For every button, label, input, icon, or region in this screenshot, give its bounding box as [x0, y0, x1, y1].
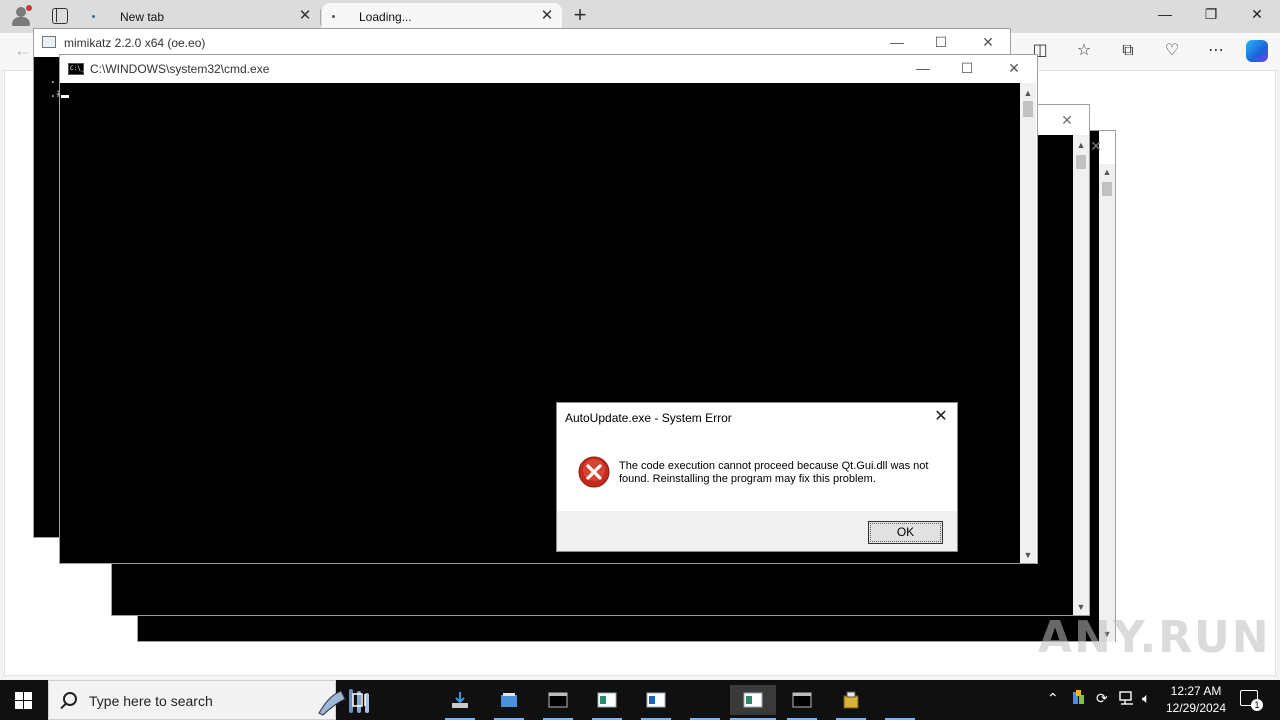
browser-restore-button[interactable]: ❐: [1199, 6, 1223, 26]
app-window-icon: [743, 692, 763, 708]
taskbar-app-window-active[interactable]: [730, 685, 776, 720]
minimize-icon[interactable]: —: [890, 35, 904, 49]
scroll-thumb[interactable]: [1102, 182, 1112, 196]
windows-start-icon[interactable]: [15, 692, 32, 709]
taskbar-clock[interactable]: 12:27 AM 12/29/2024: [1160, 683, 1232, 717]
window-title: mimikatz 2.2.0 x64 (oe.eo): [64, 36, 206, 50]
cmd-icon: [792, 692, 812, 708]
scroll-up-icon[interactable]: ▲: [1020, 85, 1036, 101]
security-tray-icon[interactable]: [1072, 690, 1086, 709]
minimize-icon[interactable]: —: [916, 61, 930, 75]
installer-icon: [843, 691, 859, 709]
volume-icon[interactable]: 🔈︎: [1142, 690, 1150, 707]
taskbar-installer[interactable]: [836, 685, 866, 720]
new-tab-button[interactable]: +: [570, 4, 590, 26]
app-window-icon: [597, 692, 617, 708]
anyrun-watermark-logo: ANY.RUN: [1038, 612, 1271, 663]
copilot-icon[interactable]: [1246, 40, 1268, 62]
scroll-down-icon[interactable]: ▼: [1020, 547, 1036, 563]
task-view-icon: [352, 693, 366, 707]
favorites-icon[interactable]: ☆: [1074, 41, 1094, 61]
clock-date: 12/29/2024: [1165, 701, 1227, 715]
folder-icon: [501, 693, 517, 707]
taskbar-cmd[interactable]: [543, 685, 573, 720]
vertical-scrollbar[interactable]: ▲ ▼: [1073, 135, 1089, 615]
taskbar: Type here to search ⌃ ⟳ 🔈︎ 12:27 AM 12/2…: [0, 680, 1280, 720]
scroll-thumb[interactable]: [1023, 101, 1033, 117]
collections-icon[interactable]: ⧉: [1118, 41, 1138, 61]
title-bar[interactable]: C:\_ C:\WINDOWS\system32\cmd.exe — ☐ ✕: [60, 55, 1037, 83]
dialog-footer: OK: [557, 511, 957, 551]
maximize-icon[interactable]: ☐: [934, 35, 948, 49]
search-placeholder: Type here to search: [89, 693, 213, 709]
taskbar-app-blank[interactable]: [885, 685, 915, 720]
system-error-dialog[interactable]: AutoUpdate.exe - System Error ✕ The code…: [556, 402, 958, 552]
close-icon[interactable]: ✕: [1089, 139, 1103, 153]
taskbar-app-window-3[interactable]: [690, 685, 720, 720]
tab-loading-icon: [332, 15, 335, 18]
browser-close-button[interactable]: ✕: [1245, 6, 1269, 26]
tab-favicon-icon: [92, 15, 95, 18]
taskbar-search-box[interactable]: Type here to search: [48, 680, 369, 720]
close-icon[interactable]: ✕: [933, 409, 949, 425]
app-window-icon: [42, 36, 56, 48]
tab-title: New tab: [120, 10, 165, 24]
back-arrow-icon[interactable]: ←: [14, 40, 32, 61]
search-icon: [63, 692, 77, 706]
dialog-title: AutoUpdate.exe - System Error: [565, 411, 732, 425]
scroll-thumb[interactable]: [1076, 155, 1086, 169]
cmd-icon: [548, 692, 568, 708]
chevron-up-icon[interactable]: ⌃: [1047, 690, 1059, 707]
notification-icon[interactable]: 1: [1240, 690, 1263, 711]
clock-time: 12:27 AM: [1170, 684, 1222, 698]
close-icon[interactable]: ✕: [981, 35, 995, 49]
app-window-icon: [646, 692, 666, 708]
taskbar-downloads[interactable]: [445, 685, 475, 720]
download-icon: [452, 692, 468, 708]
profile-icon[interactable]: [10, 5, 32, 27]
tab-close-icon[interactable]: ✕: [540, 8, 554, 23]
tab-close-icon[interactable]: ✕: [298, 8, 312, 23]
task-view-button[interactable]: [345, 685, 375, 715]
vertical-scrollbar[interactable]: ▲ ▼: [1099, 164, 1115, 642]
cmd-icon: C:\_: [68, 63, 84, 75]
browser-essentials-icon[interactable]: ♡: [1162, 41, 1182, 61]
tab-actions-icon[interactable]: [52, 8, 68, 24]
notification-count: 1: [1251, 699, 1263, 711]
network-icon[interactable]: [1119, 690, 1135, 709]
error-icon: [578, 456, 610, 488]
close-icon[interactable]: ✕: [1060, 113, 1074, 127]
scroll-up-icon[interactable]: ▲: [1099, 164, 1115, 180]
window-title: C:\WINDOWS\system32\cmd.exe: [90, 62, 270, 76]
taskbar-app-window[interactable]: [592, 685, 622, 720]
browser-minimize-button[interactable]: —: [1153, 6, 1177, 26]
more-icon[interactable]: ⋯: [1206, 41, 1226, 61]
ok-button[interactable]: OK: [868, 521, 943, 544]
tab-separator: [320, 9, 321, 25]
console-cursor: [61, 95, 69, 98]
vertical-scrollbar[interactable]: ▲ ▼: [1020, 83, 1036, 563]
close-icon[interactable]: ✕: [1007, 61, 1021, 75]
taskbar-cmd-2[interactable]: [787, 685, 817, 720]
maximize-icon[interactable]: ☐: [960, 61, 974, 75]
taskbar-app-window-2[interactable]: [641, 685, 671, 720]
scroll-up-icon[interactable]: ▲: [1073, 137, 1089, 153]
update-tray-icon[interactable]: ⟳: [1096, 690, 1108, 707]
tab-title: Loading...: [359, 10, 412, 24]
taskbar-file-explorer[interactable]: [494, 685, 524, 720]
title-bar[interactable]: mimikatz 2.2.0 x64 (oe.eo) — ☐ ✕: [34, 29, 1010, 57]
error-message: The code execution cannot proceed becaus…: [619, 460, 929, 485]
